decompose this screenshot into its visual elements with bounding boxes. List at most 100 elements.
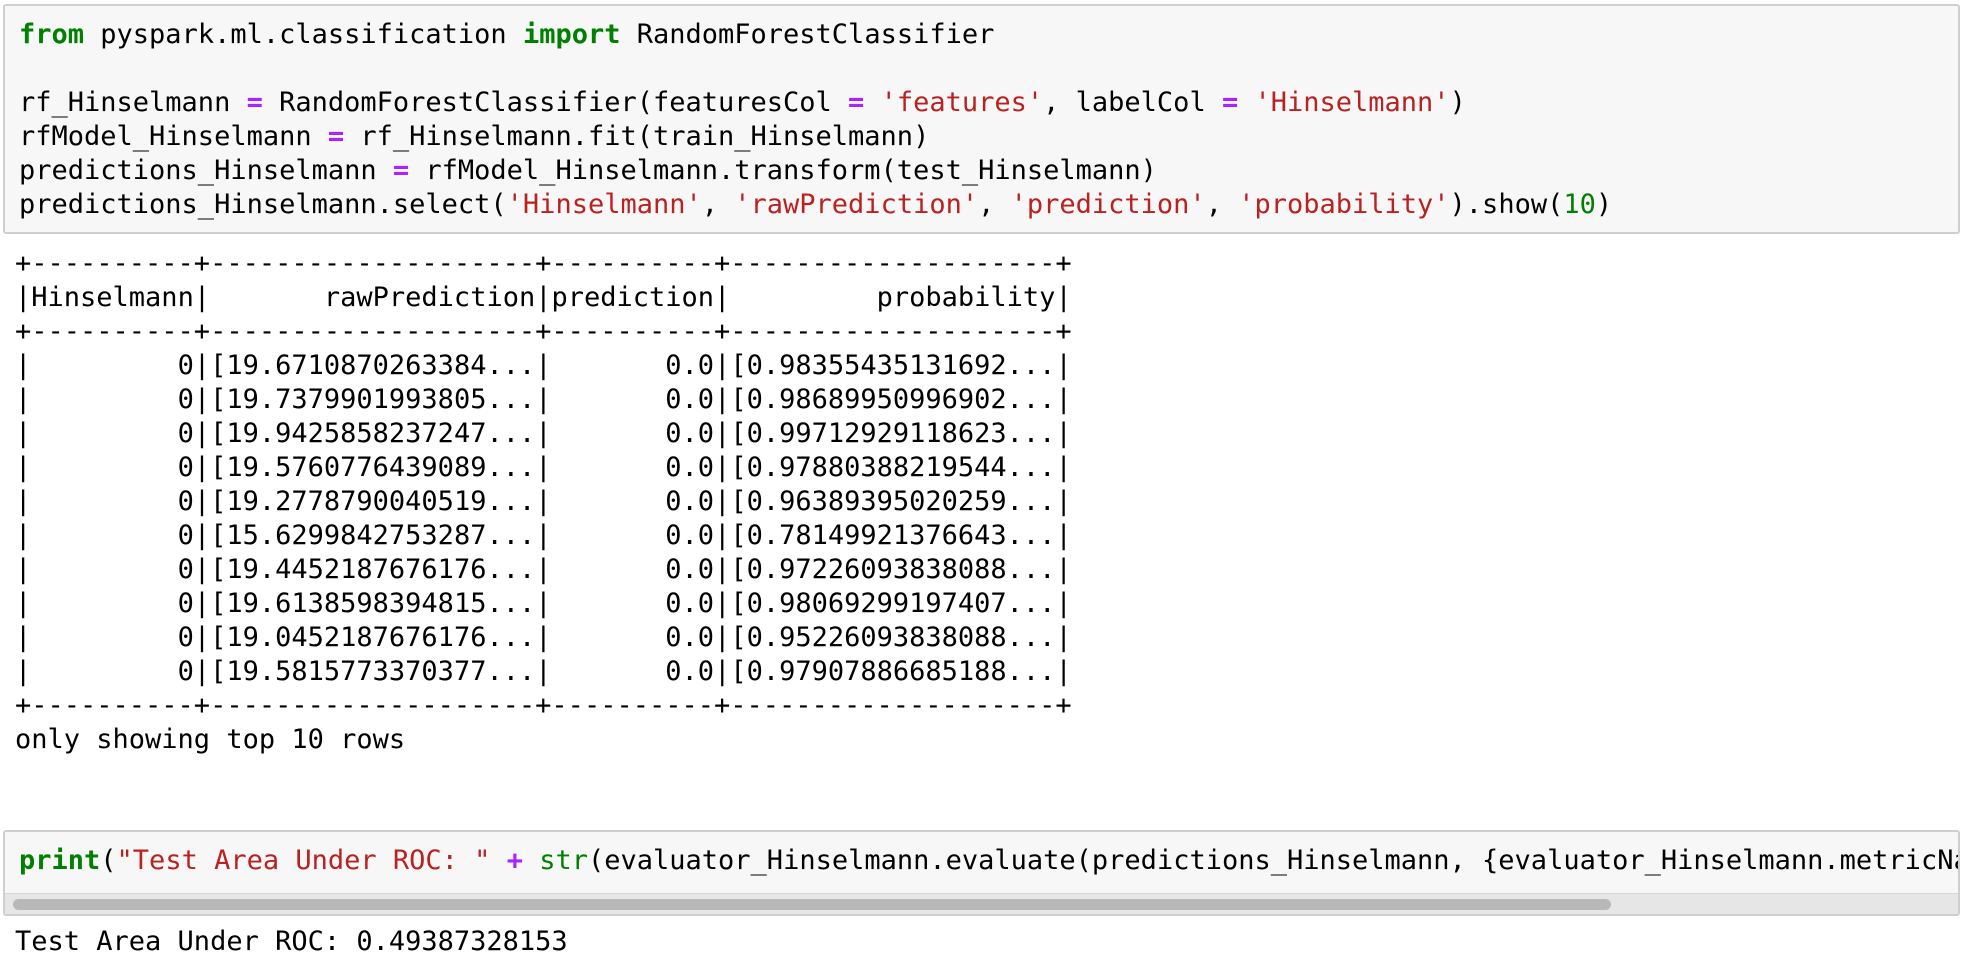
string-literal: 'Hinselmann' (1254, 87, 1450, 118)
code-token: , (701, 189, 735, 220)
code-token: ) (1595, 189, 1613, 220)
scrollbar-thumb[interactable] (13, 899, 1611, 910)
table-cell: 0 (177, 588, 194, 619)
code-token: predictions_Hinselmann (19, 155, 393, 186)
operator: = (1221, 87, 1239, 118)
code-token: rfModel_Hinselmann (19, 121, 328, 152)
code-cell-1[interactable]: from pyspark.ml.classification import Ra… (3, 4, 1960, 234)
code-editor-1[interactable]: from pyspark.ml.classification import Ra… (5, 6, 1958, 222)
table-cell: 0.0 (665, 486, 715, 517)
table-cell: [0.97907886685188... (730, 656, 1056, 687)
table-row: | 0|[19.9425858237247...| 0.0|[0.9971292… (15, 418, 1072, 449)
table-cell: [19.4452187676176... (210, 554, 536, 585)
roc-result-text: Test Area Under ROC: 0.49387328153 (15, 926, 568, 957)
table-cell: 0 (177, 486, 194, 517)
code-token: rfModel_Hinselmann.transform(test_Hinsel… (409, 155, 1157, 186)
string-literal: 'Hinselmann' (506, 189, 702, 220)
code-line-5: predictions_Hinselmann = rfModel_Hinselm… (19, 155, 1157, 186)
string-literal: 'probability' (1238, 189, 1450, 220)
table-row: | 0|[19.6138598394815...| 0.0|[0.9806929… (15, 588, 1072, 619)
table-cell: [0.99712929118623... (730, 418, 1056, 449)
code-token: rf_Hinselmann (19, 87, 247, 118)
table-body: | 0|[19.6710870263384...| 0.0|[0.9835543… (15, 350, 1072, 687)
code-token: RandomForestClassifier(featuresCol (262, 87, 849, 118)
operator: + (506, 845, 523, 876)
table-header-cell: rawPrediction (323, 282, 536, 313)
code-token: , labelCol (1043, 87, 1222, 118)
code-token: rf_Hinselmann.fit(train_Hinselmann) (344, 121, 930, 152)
code-line-1: from pyspark.ml.classification import Ra… (19, 19, 994, 50)
code-line-6: predictions_Hinselmann.select('Hinselman… (19, 189, 1612, 220)
builtin-str: str (539, 845, 588, 876)
table-row: | 0|[19.5815773370377...| 0.0|[0.9790788… (15, 656, 1072, 687)
code-token: ) (1449, 87, 1466, 118)
code-cell-2[interactable]: print("Test Area Under ROC: " + str(eval… (3, 830, 1960, 916)
table-cell: [15.6299842753287... (210, 520, 536, 551)
code-token: ( (100, 845, 117, 876)
table-cell: [0.96389395020259... (730, 486, 1056, 517)
code-line-4: rfModel_Hinselmann = rf_Hinselmann.fit(t… (19, 121, 929, 152)
table-cell: [0.98355435131692... (730, 350, 1056, 381)
table-border-bottom: +----------+--------------------+-------… (15, 690, 1072, 721)
table-border-mid: +----------+--------------------+-------… (15, 316, 1072, 347)
string-literal: 'rawPrediction' (734, 189, 979, 220)
string-literal: 'prediction' (1010, 189, 1206, 220)
table-border-top: +----------+--------------------+-------… (15, 248, 1072, 279)
table-row: | 0|[19.4452187676176...| 0.0|[0.9722609… (15, 554, 1072, 585)
import-name: RandomForestClassifier (620, 19, 995, 50)
table-row: | 0|[19.0452187676176...| 0.0|[0.9522609… (15, 622, 1072, 653)
table-cell: 0 (177, 418, 194, 449)
table-cell: 0.0 (665, 418, 715, 449)
table-cell: [0.98689950996902... (730, 384, 1056, 415)
table-cell: [19.6138598394815... (210, 588, 536, 619)
table-cell: [0.78149921376643... (730, 520, 1056, 551)
table-cell: 0.0 (665, 622, 715, 653)
code-token: (evaluator_Hinselmann.evaluate(predictio… (588, 845, 1960, 876)
keyword-import: import (522, 19, 621, 50)
table-cell: 0 (177, 520, 194, 551)
code-editor-2[interactable]: print("Test Area Under ROC: " + str(eval… (5, 832, 1958, 878)
module-name: pyspark.ml.classification (84, 19, 523, 50)
code-token: predictions_Hinselmann.select( (19, 189, 507, 220)
code-token: , (978, 189, 1011, 220)
table-cell: 0.0 (665, 384, 715, 415)
table-cell: 0 (177, 384, 194, 415)
string-literal: 'features' (880, 87, 1044, 118)
table-cell: 0.0 (665, 554, 715, 585)
code-line-1: print("Test Area Under ROC: " + str(eval… (19, 845, 1960, 876)
table-row: | 0|[19.5760776439089...| 0.0|[0.9788038… (15, 452, 1072, 483)
table-cell: [19.9425858237247... (210, 418, 536, 449)
table-row: | 0|[19.2778790040519...| 0.0|[0.9638939… (15, 486, 1072, 517)
code-token: ).show( (1449, 189, 1564, 220)
table-cell: 0.0 (665, 656, 715, 687)
table-cell: 0.0 (665, 588, 715, 619)
table-cell: [19.0452187676176... (210, 622, 536, 653)
table-cell: [19.6710870263384... (210, 350, 536, 381)
table-header-row: |Hinselmann| rawPrediction|prediction| p… (15, 282, 1072, 313)
table-row: | 0|[19.7379901993805...| 0.0|[0.9868995… (15, 384, 1072, 415)
table-cell: 0 (177, 656, 194, 687)
table-cell: 0.0 (665, 350, 715, 381)
table-cell: 0.0 (665, 520, 715, 551)
table-cell: [19.5760776439089... (210, 452, 536, 483)
operator: = (848, 87, 865, 118)
table-cell: [0.97880388219544... (730, 452, 1056, 483)
table-cell: [0.97226093838088... (730, 554, 1056, 585)
builtin-print: print (19, 845, 101, 876)
table-cell: [19.5815773370377... (210, 656, 536, 687)
horizontal-scrollbar[interactable] (5, 893, 1958, 914)
keyword-from: from (19, 19, 85, 50)
table-row: | 0|[15.6299842753287...| 0.0|[0.7814992… (15, 520, 1072, 551)
table-cell: 0 (177, 554, 194, 585)
table-cell: 0 (177, 452, 194, 483)
operator: = (327, 121, 345, 152)
operator: = (392, 155, 410, 186)
code-token: , (1205, 189, 1239, 220)
operator: = (246, 87, 263, 118)
string-literal: "Test Area Under ROC: " (116, 845, 491, 876)
table-header-cell: prediction (551, 282, 715, 313)
table-cell: [0.95226093838088... (730, 622, 1056, 653)
